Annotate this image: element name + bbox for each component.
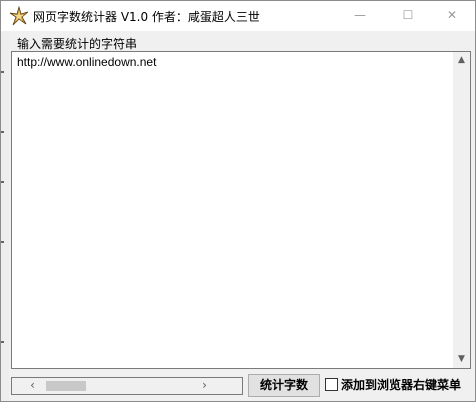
input-label: 输入需要统计的字符串 [17,37,138,51]
context-menu-checkbox-label[interactable]: 添加到浏览器右键菜单 [341,376,461,393]
star-burst-icon [9,6,29,26]
window-title: 网页字数统计器 V1.0 作者：咸蛋超人三世 [33,10,260,24]
context-menu-checkbox[interactable] [325,378,338,391]
scroll-thumb[interactable] [46,381,86,391]
window-left-edge [1,31,9,401]
scroll-left-icon[interactable]: ‹ [24,378,41,394]
count-characters-button[interactable]: 统计字数 [248,374,320,397]
close-button[interactable]: ✕ [429,1,475,31]
scroll-down-icon[interactable]: ▼ [453,351,470,368]
scroll-right-icon[interactable]: › [196,378,213,394]
edge-mark [1,341,4,343]
title-bar[interactable]: 网页字数统计器 V1.0 作者：咸蛋超人三世 — ☐ ✕ [1,1,475,31]
text-input-value[interactable]: http://www.onlinedown.net [17,55,156,69]
app-window: 网页字数统计器 V1.0 作者：咸蛋超人三世 — ☐ ✕ 输入需要统计的字符串 … [0,0,476,402]
minimize-button[interactable]: — [337,1,383,31]
text-input-area[interactable]: http://www.onlinedown.net ▲ ▼ [11,51,471,369]
maximize-button[interactable]: ☐ [385,1,431,31]
edge-mark [1,241,4,243]
edge-mark [1,131,4,133]
vertical-scrollbar[interactable]: ▲ ▼ [453,52,470,368]
horizontal-scrollbar[interactable]: ‹ › [11,377,243,395]
edge-mark [1,71,4,73]
scroll-up-icon[interactable]: ▲ [453,52,470,69]
edge-mark [1,181,4,183]
